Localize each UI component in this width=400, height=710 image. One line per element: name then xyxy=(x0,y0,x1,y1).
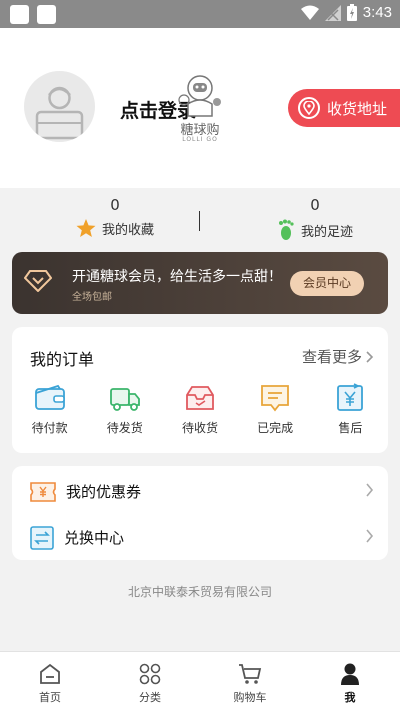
order-item-label: 待付款 xyxy=(31,421,68,435)
favorites-label: 我的收藏 xyxy=(101,223,154,238)
exchange-center-row[interactable]: 兑换中心 xyxy=(12,514,388,561)
truck-icon xyxy=(109,388,140,411)
stats-divider xyxy=(199,211,200,231)
shipping-address-label: 收货地址 xyxy=(327,99,388,118)
notification-icon xyxy=(37,5,56,24)
exchange-icon xyxy=(30,525,54,550)
my-coupons-label: 我的优惠券 xyxy=(66,483,142,501)
shipping-address-button[interactable]: 收货地址 xyxy=(288,89,400,127)
view-more-link[interactable]: 查看更多 xyxy=(302,346,374,367)
vip-banner[interactable]: 开通糖球会员，给生活多一点甜！ 全场包邮 会员中心 xyxy=(12,252,388,314)
exchange-center-label: 兑换中心 xyxy=(64,529,125,547)
wifi-icon xyxy=(300,5,319,20)
footprints-label: 我的足迹 xyxy=(300,224,353,240)
footprints-count: 0 xyxy=(310,196,320,214)
order-after-sales[interactable]: 售后 xyxy=(313,383,388,436)
profile-icon xyxy=(341,663,359,685)
vip-title: 开通糖球会员，给生活多一点甜！ xyxy=(72,269,282,285)
order-completed[interactable]: 已完成 xyxy=(238,383,313,436)
yen-return-icon xyxy=(337,383,364,411)
order-pending-payment[interactable]: 待付款 xyxy=(12,383,87,436)
vip-subtitle: 全场包邮 xyxy=(72,292,112,303)
user-avatar-icon xyxy=(35,86,84,140)
order-item-label: 售后 xyxy=(338,421,363,435)
wallet-icon xyxy=(34,384,65,410)
battery-icon xyxy=(346,4,357,21)
tab-me[interactable]: 我 xyxy=(300,652,400,710)
chevron-right-icon xyxy=(366,483,374,497)
brand-subtitle: LOLLI GO xyxy=(182,136,218,143)
user-stats: 0 我的收藏 0 我的足迹 xyxy=(0,188,400,244)
bottom-tab-bar: 首页 分类 购物车 我 xyxy=(0,651,400,710)
tab-cart[interactable]: 购物车 xyxy=(200,652,300,710)
coupon-icon xyxy=(30,481,56,502)
order-to-ship[interactable]: 待发货 xyxy=(87,383,162,436)
category-icon xyxy=(139,663,161,685)
tools-card: 我的优惠券 兑换中心 xyxy=(12,466,388,560)
clock: 3:43 xyxy=(362,4,392,21)
tab-label: 购物车 xyxy=(233,691,267,704)
company-name: 北京中联泰禾贸易有限公司 xyxy=(127,585,272,599)
order-item-label: 待收货 xyxy=(181,421,218,435)
favorites-count: 0 xyxy=(110,196,120,214)
tab-label: 首页 xyxy=(39,691,61,704)
avatar[interactable] xyxy=(24,71,95,142)
tab-label: 分类 xyxy=(139,691,161,704)
astronaut-mascot-icon xyxy=(178,75,221,117)
order-item-label: 待发货 xyxy=(106,421,143,435)
notification-icon xyxy=(10,5,29,24)
member-center-button[interactable]: 会员中心 xyxy=(290,271,364,296)
profile-header: 点击登录 糖球购 LOLLI GO 收货地址 xyxy=(0,28,400,188)
tab-label: 我 xyxy=(344,691,356,704)
view-more-label: 查看更多 xyxy=(301,348,362,366)
cart-icon xyxy=(239,664,262,684)
inbox-icon xyxy=(186,386,214,410)
message-icon xyxy=(261,385,290,412)
home-icon xyxy=(40,663,60,684)
notification-icons xyxy=(10,5,56,24)
chevron-right-icon xyxy=(366,529,374,543)
signal-icon xyxy=(324,4,341,21)
location-pin-icon xyxy=(298,97,320,119)
footprint-icon xyxy=(278,219,294,240)
brand-logo: 糖球购 LOLLI GO xyxy=(172,70,228,146)
tab-home[interactable]: 首页 xyxy=(0,652,100,710)
order-item-label: 已完成 xyxy=(257,421,294,435)
chevron-right-icon xyxy=(366,350,374,363)
vip-diamond-icon xyxy=(24,270,52,292)
star-icon xyxy=(76,219,96,237)
orders-title: 我的订单 xyxy=(30,350,95,369)
status-bar: 3:43 xyxy=(0,0,400,28)
tab-category[interactable]: 分类 xyxy=(100,652,200,710)
order-to-receive[interactable]: 待收货 xyxy=(162,383,237,436)
my-coupons-row[interactable]: 我的优惠券 xyxy=(12,468,388,515)
footprints-stat[interactable]: 0 我的足迹 xyxy=(230,196,400,241)
orders-card: 我的订单 查看更多 待付款 待发货 待收货 已完成 售后 xyxy=(12,327,388,453)
favorites-stat[interactable]: 0 我的收藏 xyxy=(30,196,200,238)
